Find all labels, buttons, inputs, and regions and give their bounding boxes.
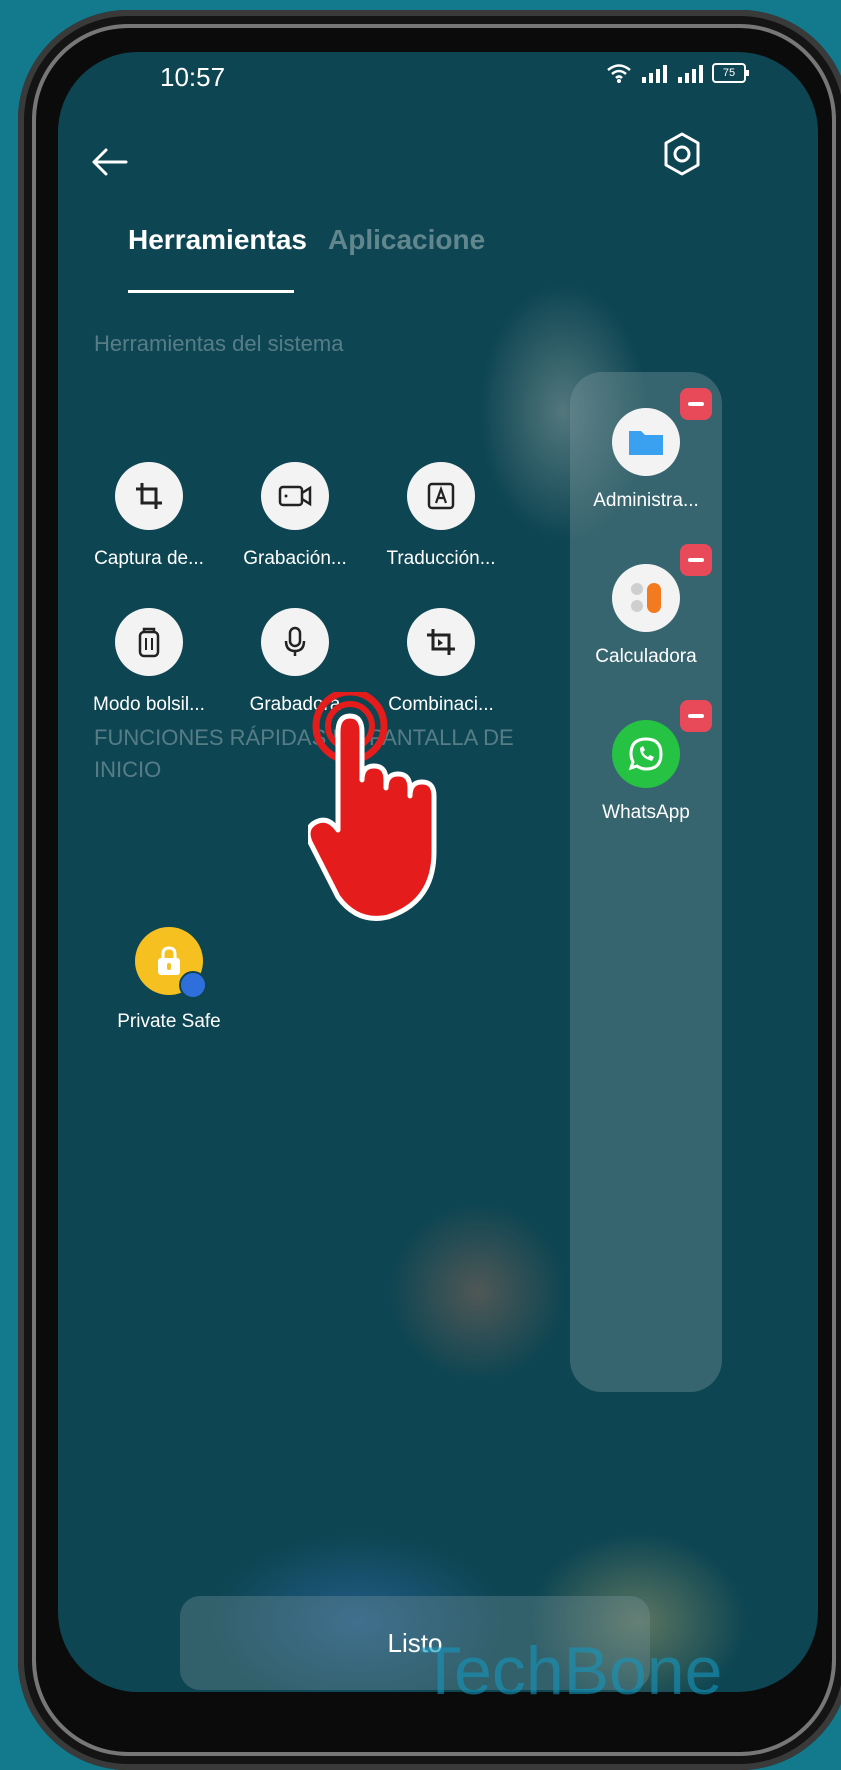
video-record-icon <box>261 462 329 530</box>
background-blur <box>388 1202 568 1382</box>
home-item-private-safe[interactable]: Private Safe <box>94 927 244 1033</box>
badge-icon <box>179 971 207 999</box>
clock: 10:57 <box>160 62 226 92</box>
app-label: Administra... <box>593 490 699 511</box>
status-bar: 10:57 75 <box>58 52 818 112</box>
section-system-tools: Herramientas del sistema <box>94 331 344 356</box>
tap-hand-icon <box>308 692 437 921</box>
tab-tools[interactable]: Herramientas <box>128 224 307 256</box>
screen: 10:57 75 Herramientas Aplicacione Herram… <box>58 52 818 1692</box>
remove-button[interactable] <box>680 700 712 732</box>
remove-button[interactable] <box>680 388 712 420</box>
app-label: WhatsApp <box>602 802 690 823</box>
app-calculator[interactable]: Calculadora <box>570 544 722 668</box>
whatsapp-icon <box>612 700 712 788</box>
tool-label: Modo bolsil... <box>93 694 205 715</box>
side-panel: Administra... Calculadora WhatsApp <box>570 372 722 1392</box>
folder-icon <box>612 388 712 476</box>
combine-crop-icon <box>407 608 475 676</box>
signal-icon <box>678 65 703 83</box>
microphone-icon <box>261 608 329 676</box>
status-icons: 75 <box>606 62 749 84</box>
tool-screenshot[interactable]: Captura de... <box>74 462 224 570</box>
app-file-manager[interactable]: Administra... <box>570 388 722 512</box>
signal-icon <box>642 65 667 83</box>
calculator-icon <box>612 544 712 632</box>
home-item-label: Private Safe <box>117 1011 221 1032</box>
pocket-icon <box>115 608 183 676</box>
tool-label: Grabación... <box>243 548 347 569</box>
lock-icon <box>135 927 207 999</box>
settings-icon[interactable] <box>660 130 704 178</box>
app-whatsapp[interactable]: WhatsApp <box>570 700 722 824</box>
tool-screen-record[interactable]: Grabación... <box>220 462 370 570</box>
watermark: TechBone <box>420 1633 723 1709</box>
tool-translate[interactable]: Traducción... <box>366 462 516 570</box>
wifi-icon <box>607 64 631 83</box>
tool-pocket-mode[interactable]: Modo bolsil... <box>74 608 224 716</box>
tool-label: Captura de... <box>94 548 204 569</box>
back-arrow-icon[interactable] <box>88 140 132 184</box>
battery-icon: 75 <box>712 63 749 83</box>
app-label: Calculadora <box>595 646 697 667</box>
translate-icon <box>407 462 475 530</box>
tab-indicator <box>128 290 294 293</box>
tool-label: Traducción... <box>386 548 496 569</box>
crop-icon <box>115 462 183 530</box>
tab-apps[interactable]: Aplicacione <box>328 224 485 256</box>
remove-button[interactable] <box>680 544 712 576</box>
